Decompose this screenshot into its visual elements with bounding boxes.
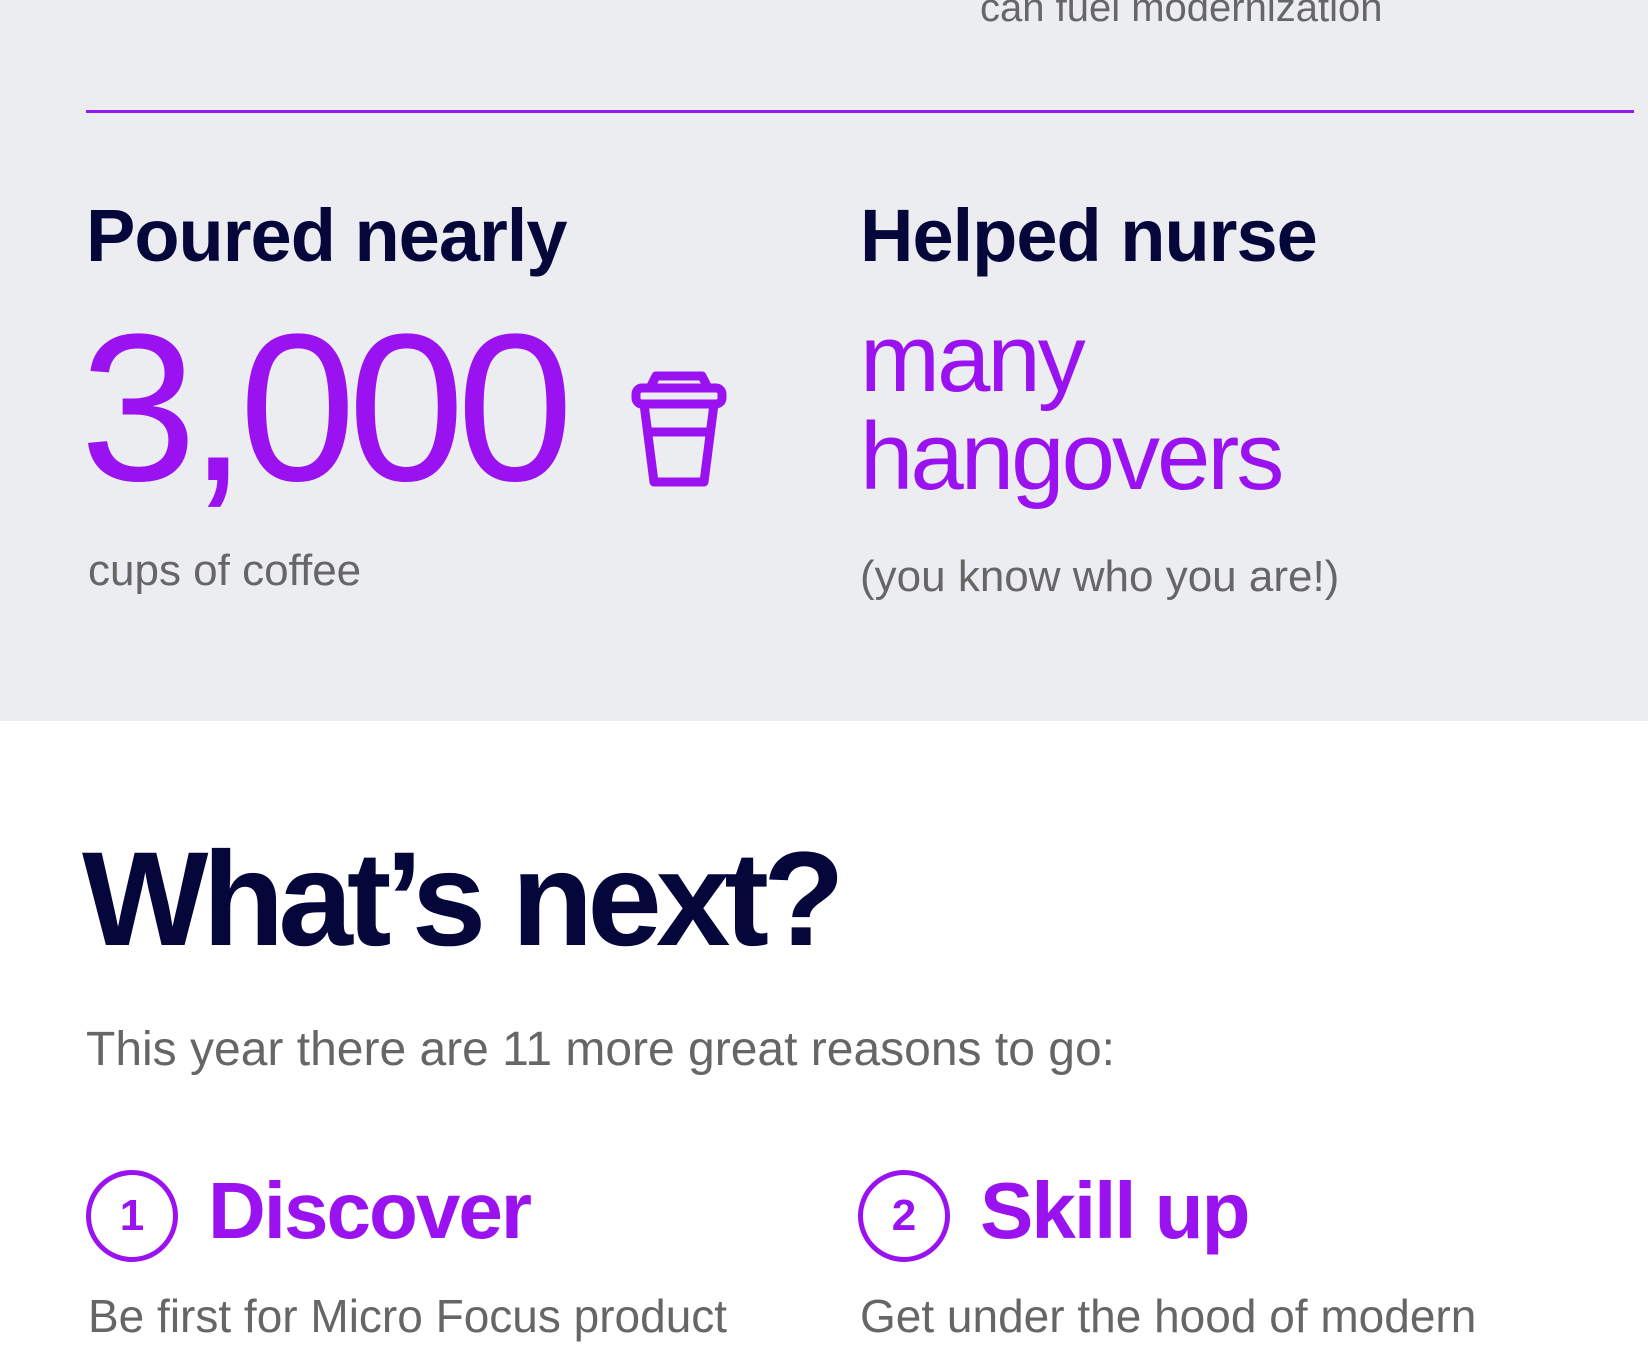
reason-number-badge: 2 [858, 1170, 950, 1262]
whats-next-title: What’s next? [82, 825, 845, 974]
coffee-stat-value: 3,000 [80, 290, 574, 525]
reason-discover-description: Be first for Micro Focus product [88, 1290, 728, 1342]
coffee-stat-caption: cups of coffee [88, 546, 362, 595]
hangover-stat-value-line-2: hangovers [860, 403, 1284, 510]
previous-stat-caption: can fuel modernization [980, 0, 1383, 30]
whats-next-intro: This year there are 11 more great reason… [86, 1023, 1115, 1076]
hangover-stat-value-line-1: many [860, 305, 1086, 412]
reason-title: Skill up [980, 1166, 1250, 1255]
reason-title: Discover [208, 1166, 532, 1255]
hangover-stat-value: many hangovers [860, 305, 1284, 510]
reason-skill-up-description: Get under the hood of modern [860, 1290, 1477, 1342]
hangover-stat-caption: (you know who you are!) [860, 552, 1340, 601]
reason-number-badge: 1 [86, 1170, 178, 1262]
hangover-stat-heading: Helped nurse [860, 194, 1318, 277]
section-divider [86, 110, 1634, 113]
coffee-cup-icon [631, 371, 727, 487]
stats-section: can fuel modernization Poured nearly 3,0… [0, 0, 1648, 721]
coffee-stat-heading: Poured nearly [86, 194, 568, 277]
